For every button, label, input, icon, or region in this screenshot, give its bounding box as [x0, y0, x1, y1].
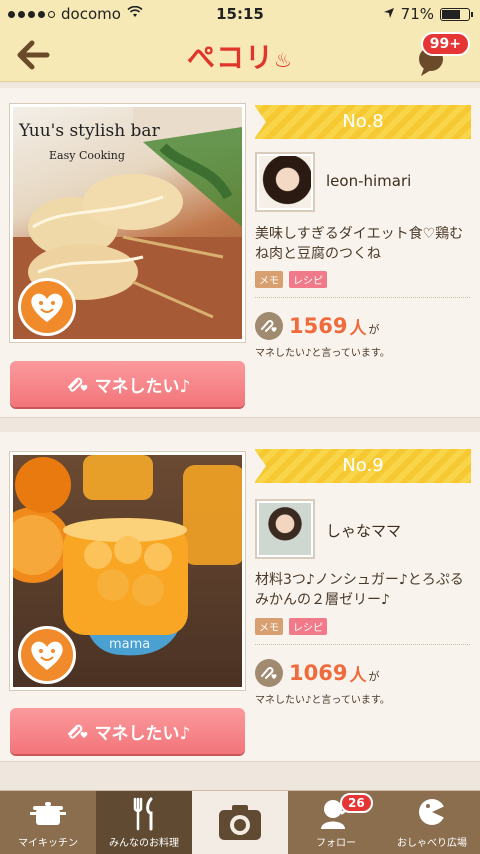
- count-unit: 人: [349, 665, 367, 686]
- app-logo: ぺコリ♨: [0, 36, 480, 76]
- divider: [255, 297, 470, 298]
- logo-text: ぺコリ: [187, 41, 275, 74]
- notification-badge: 99+: [420, 32, 470, 56]
- recipe-card: Yuu's stylish bar Easy Cooking マネしたい♪ No…: [0, 88, 480, 418]
- photo-overlay-title: Yuu's stylish bar: [19, 121, 160, 141]
- status-bar: docomo 15:15 71%: [0, 0, 480, 28]
- battery-percent: 71%: [400, 5, 434, 23]
- paperclip-heart-icon: [67, 724, 87, 739]
- recipe-title[interactable]: 材料3つ♪ノンシュガー♪とろぷるみかんの２層ゼリー♪: [255, 570, 470, 610]
- count-suffix: が: [368, 670, 380, 683]
- tab-my-kitchen[interactable]: マイキッチン: [0, 791, 96, 854]
- tab-chat-plaza[interactable]: おしゃべり広場: [384, 791, 480, 854]
- username[interactable]: leon-himari: [326, 172, 411, 190]
- tab-label: マイキッチン: [18, 838, 78, 849]
- mane-button-label: マネしたい♪: [94, 376, 191, 397]
- mane-shitai-button[interactable]: マネしたい♪: [10, 361, 245, 407]
- mane-shitai-button[interactable]: マネしたい♪: [10, 708, 245, 754]
- rank-banner: No.8: [254, 105, 471, 139]
- camera-icon: [216, 797, 264, 847]
- location-arrow-icon: [383, 5, 395, 23]
- notifications-button[interactable]: 99+: [410, 32, 470, 80]
- paperclip-heart-icon: [67, 377, 87, 392]
- count-note: マネしたい♪と言っています。: [255, 348, 390, 359]
- recipe-card: mama マネしたい♪ No.9 しゃなママ 材料3つ♪ノンシュガー♪とろぷるみ…: [0, 432, 480, 762]
- tab-label: おしゃべり広場: [397, 838, 467, 849]
- tab-label: フォロー: [316, 838, 356, 849]
- carrier-name: docomo: [61, 5, 121, 23]
- pecori-heart-icon: [18, 626, 76, 684]
- recipe-photo[interactable]: mama: [9, 451, 246, 691]
- recipe-photo[interactable]: Yuu's stylish bar Easy Cooking: [9, 103, 246, 343]
- count-suffix: が: [368, 323, 380, 336]
- rank-banner: No.9: [254, 449, 471, 483]
- avatar[interactable]: [255, 499, 315, 559]
- tag-list: メモ レシピ: [255, 618, 327, 635]
- battery-icon: [440, 7, 473, 21]
- wifi-icon: [127, 5, 143, 22]
- mane-count: 1569 人 が: [255, 312, 379, 340]
- paperclip-heart-icon: [255, 659, 283, 687]
- follow-badge: 26: [340, 793, 373, 813]
- rooster-icon: ♨: [274, 48, 293, 72]
- memo-tag: メモ: [255, 618, 283, 635]
- pot-icon: [28, 796, 68, 832]
- username[interactable]: しゃなママ: [326, 520, 401, 541]
- signal-icon: [8, 10, 55, 18]
- tab-camera[interactable]: [192, 791, 288, 854]
- count-number: 1569: [289, 314, 348, 338]
- pecori-heart-icon: [18, 278, 76, 336]
- back-button[interactable]: [14, 38, 54, 72]
- recipe-tag: レシピ: [289, 618, 327, 635]
- recipe-tag: レシピ: [289, 271, 327, 288]
- mane-count: 1069 人 が: [255, 659, 379, 687]
- back-arrow-icon: [17, 40, 50, 70]
- recipe-title[interactable]: 美味しすぎるダイエット食♡鶏むね肉と豆腐のつくね: [255, 224, 470, 264]
- divider: [255, 644, 470, 645]
- count-unit: 人: [349, 318, 367, 339]
- paperclip-heart-icon: [255, 312, 283, 340]
- tab-follow[interactable]: フォロー 26: [288, 791, 384, 854]
- chat-icon: [414, 796, 450, 832]
- count-note: マネしたい♪と言っています。: [255, 695, 390, 706]
- tag-list: メモ レシピ: [255, 271, 327, 288]
- mane-button-label: マネしたい♪: [94, 723, 191, 744]
- utensils-icon: [127, 796, 161, 832]
- count-number: 1069: [289, 661, 348, 685]
- photo-overlay-title: mama: [109, 637, 151, 652]
- tab-label: みんなのお料理: [109, 838, 179, 849]
- photo-overlay-subtitle: Easy Cooking: [49, 149, 125, 162]
- tab-everyones-cooking[interactable]: みんなのお料理: [96, 791, 192, 854]
- app-header: ぺコリ♨ 99+: [0, 28, 480, 82]
- memo-tag: メモ: [255, 271, 283, 288]
- tab-bar: マイキッチン みんなのお料理 フォロー 26 おしゃべり広場: [0, 790, 480, 854]
- avatar[interactable]: [255, 152, 315, 212]
